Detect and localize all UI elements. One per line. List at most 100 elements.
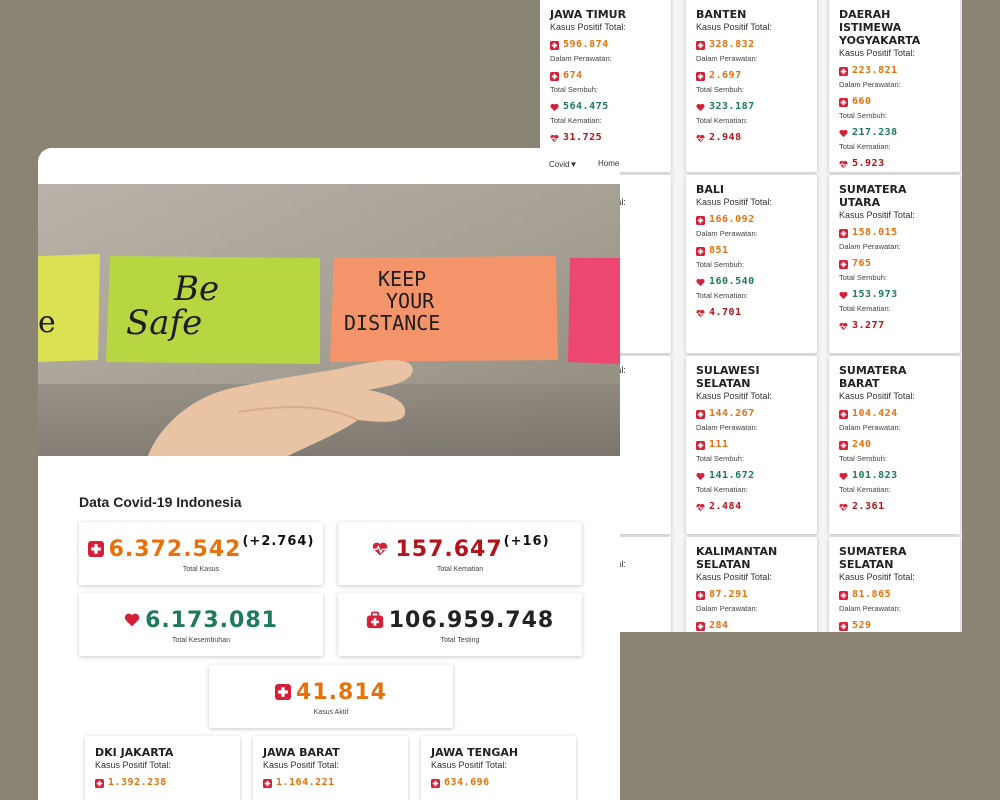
sembuh-row: 323.187 [696, 101, 807, 113]
plus-square-icon [696, 441, 705, 450]
kematian-label: Total Kematian: [696, 116, 748, 125]
positif-label: Kasus Positif Total: [839, 391, 915, 401]
sembuh-label: Total Sembuh: [839, 111, 887, 120]
heart-pulse-icon [696, 309, 705, 318]
positif-value: 104.424 [852, 408, 898, 419]
kematian-row: 5.923 [839, 158, 950, 170]
plus-square-icon [431, 779, 440, 788]
heart-pulse-icon [696, 503, 705, 512]
heart-pulse-icon [839, 322, 848, 331]
kematian-row: 2.948 [696, 132, 807, 144]
perawatan-label: Dalam Perawatan: [696, 54, 758, 63]
positif-row: 328.832 [696, 39, 807, 51]
nav-covid-dropdown[interactable]: Covid▼ [549, 160, 577, 169]
perawatan-row: 529 [839, 620, 950, 632]
note-text-keep: KEEP [378, 267, 426, 291]
perawatan-value: 674 [563, 70, 583, 81]
province-card: SUMATERA UTARA Kasus Positif Total: 158.01… [829, 175, 960, 353]
perawatan-row: 284 [696, 620, 807, 632]
sembuh-value: 564.475 [563, 101, 609, 112]
kematian-label: Total Kematian: [696, 485, 748, 494]
positif-value: 1.164.221 [276, 777, 335, 788]
positif-label: Kasus Positif Total: [431, 760, 507, 770]
kematian-value: 31.725 [563, 132, 603, 143]
sembuh-row: 101.823 [839, 470, 950, 482]
sembuh-row: 141.672 [696, 470, 807, 482]
province-card: SUMATERA BARAT Kasus Positif Total: 104.42… [829, 356, 960, 534]
positif-row: 596.874 [550, 39, 661, 51]
positif-label: Kasus Positif Total: [696, 391, 772, 401]
sembuh-label: Total Sembuh: [550, 85, 598, 94]
navbar: Covid▼ Home [38, 148, 620, 184]
province-card: SUMATERA SELATAN Kasus Positif Total: 81.8… [829, 537, 960, 632]
heart-icon [839, 129, 848, 138]
positif-value: 634.696 [444, 777, 490, 788]
plus-square-icon [696, 591, 705, 600]
province-card: DKI JAKARTA Kasus Positif Total: 1.392.238 [85, 736, 240, 800]
plus-square-icon [839, 410, 848, 419]
plus-square-icon [696, 72, 705, 81]
positif-label: Kasus Positif Total: [839, 210, 915, 220]
positif-label: Kasus Positif Total: [696, 197, 772, 207]
province-name: SULAWESI SELATAN [696, 364, 760, 390]
plus-square-icon [839, 622, 848, 631]
total-kematian-delta: (+16) [503, 534, 550, 549]
kematian-label: Total Kematian: [839, 142, 891, 151]
heart-icon [124, 612, 140, 628]
medical-kit-icon [366, 611, 384, 629]
heart-icon [550, 103, 559, 112]
sembuh-value: 153.973 [852, 289, 898, 300]
kematian-label: Total Kematian: [839, 485, 891, 494]
kematian-row: 2.361 [839, 501, 950, 513]
note-text-left: e [38, 305, 56, 340]
perawatan-value: 660 [852, 96, 872, 107]
positif-value: 328.832 [709, 39, 755, 50]
caret-down-icon: ▼ [569, 160, 578, 169]
plus-square-icon [696, 41, 705, 50]
kematian-row: 4.701 [696, 307, 807, 319]
perawatan-label: Dalam Perawatan: [839, 423, 901, 432]
perawatan-row: 765 [839, 258, 950, 270]
province-card: JAWA BARAT Kasus Positif Total: 1.164.221 [253, 736, 408, 800]
perawatan-label: Dalam Perawatan: [696, 604, 758, 613]
total-testing-card: 106.959.748 Total Testing [338, 593, 582, 656]
sembuh-label: Total Sembuh: [839, 454, 887, 463]
kematian-value: 4.701 [709, 307, 742, 318]
sticky-note-pink [568, 258, 620, 364]
sembuh-label: Total Sembuh: [696, 85, 744, 94]
plus-square-icon [839, 98, 848, 107]
sembuh-value: 160.540 [709, 276, 755, 287]
positif-label: Kasus Positif Total: [550, 22, 626, 32]
kematian-label: Total Kematian: [696, 291, 748, 300]
hero-image: e Be Safe KEEP YOUR DISTANCE [38, 184, 620, 456]
perawatan-label: Dalam Perawatan: [550, 54, 612, 63]
perawatan-value: 111 [709, 439, 729, 450]
perawatan-label: Dalam Perawatan: [839, 80, 901, 89]
province-card: SULAWESI SELATAN Kasus Positif Total: 144.… [686, 356, 817, 534]
kematian-label: Total Kematian: [839, 304, 891, 313]
province-card: JAWA TIMUR Kasus Positif Total: 596.874 Dal… [540, 0, 671, 172]
note-text-safe: Safe [126, 303, 202, 343]
sembuh-label: Total Sembuh: [696, 260, 744, 269]
perawatan-label: Dalam Perawatan: [839, 604, 901, 613]
heart-icon [696, 472, 705, 481]
kasus-aktif-value: 41.814 [296, 679, 387, 705]
total-kasus-value: 6.372.542 [108, 536, 242, 562]
nav-covid-label: Covid [549, 160, 570, 169]
perawatan-label: Dalam Perawatan: [696, 423, 758, 432]
kematian-value: 2.484 [709, 501, 742, 512]
province-name: JAWA TIMUR [550, 8, 627, 21]
nav-home-link[interactable]: Home [598, 159, 619, 168]
province-name: BALI [696, 183, 724, 196]
province-name: BANTEN [696, 8, 747, 21]
sembuh-label: Total Sembuh: [839, 273, 887, 282]
kematian-label: Total Kematian: [550, 116, 602, 125]
plus-square-icon [263, 779, 272, 788]
total-kesembuhan-value: 6.173.081 [145, 607, 278, 633]
province-name: KALIMANTAN SELATAN [696, 545, 778, 571]
kasus-aktif-caption: Kasus Aktif [313, 709, 349, 716]
total-testing-caption: Total Testing [440, 637, 480, 644]
positif-value: 81.865 [852, 589, 892, 600]
plus-square-icon [696, 247, 705, 256]
sembuh-row: 153.973 [839, 289, 950, 301]
